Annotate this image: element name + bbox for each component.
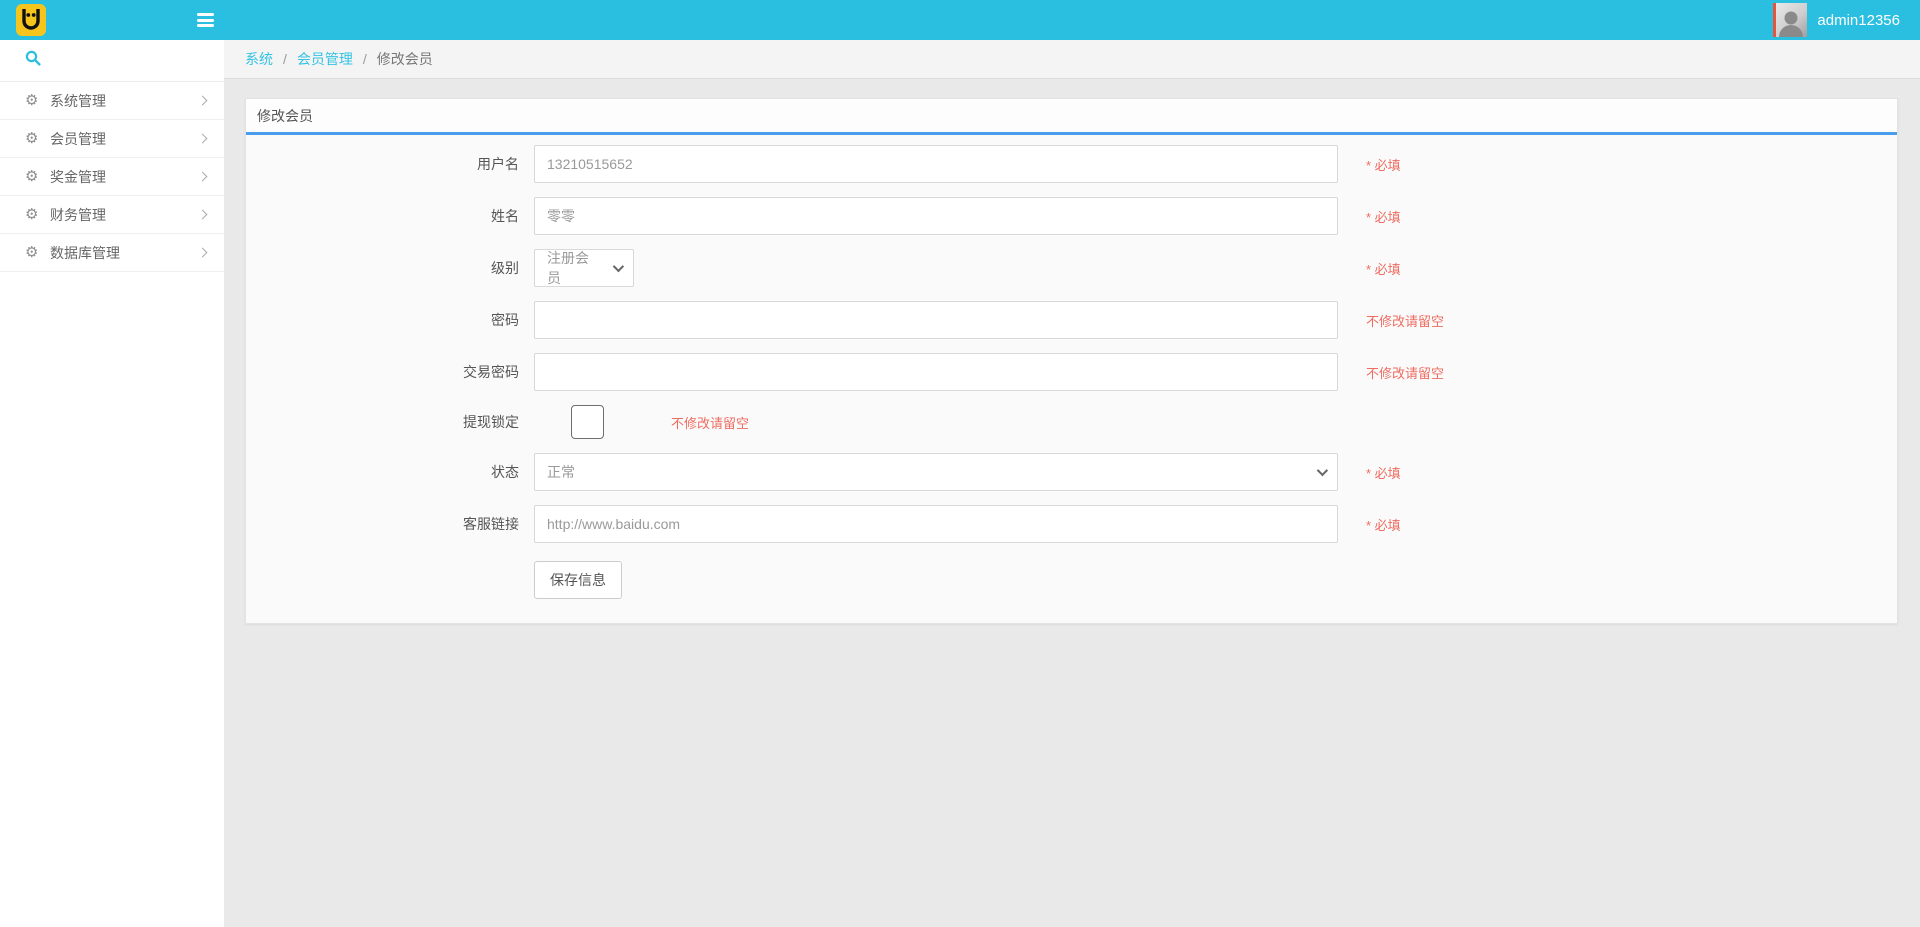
breadcrumb-separator: / [283, 51, 287, 67]
gear-icon: ⚙ [25, 131, 50, 146]
search-icon [25, 50, 41, 71]
withdraw-lock-checkbox[interactable] [571, 405, 604, 439]
form-row: 级别 注册会员 * 必填 [246, 249, 1897, 287]
field-hint: * 必填 [1366, 155, 1401, 174]
field-label: 姓名 [246, 206, 534, 226]
form-row: 客服链接 * 必填 [246, 505, 1897, 543]
sidebar-item-数据库管理[interactable]: ⚙ 数据库管理 [0, 234, 224, 272]
field-control [534, 145, 1338, 183]
field-label: 级别 [246, 258, 534, 278]
gear-icon: ⚙ [25, 169, 50, 184]
sidebar-item-label: 奖金管理 [50, 167, 199, 187]
breadcrumb-current: 修改会员 [377, 49, 433, 69]
chevron-right-icon [198, 134, 208, 144]
avatar [1773, 3, 1807, 37]
field-control [534, 197, 1338, 235]
sidebar-menu: ⚙ 系统管理 ⚙ 会员管理 ⚙ 奖金管理 ⚙ 财务管理 ⚙ 数据库管理 [0, 82, 224, 272]
level-select[interactable]: 注册会员 [534, 249, 634, 287]
chevron-right-icon [198, 96, 208, 106]
field-label: 用户名 [246, 154, 534, 174]
chevron-right-icon [198, 210, 208, 220]
field-label: 交易密码 [246, 362, 534, 382]
chevron-down-icon [613, 261, 624, 272]
sidebar-item-label: 系统管理 [50, 91, 199, 111]
service-link-input[interactable] [534, 505, 1338, 543]
sidebar-item-label: 会员管理 [50, 129, 199, 149]
topbar: admin12356 [0, 0, 1920, 40]
field-hint: * 必填 [1366, 515, 1401, 534]
edit-member-panel: 修改会员 用户名 * 必填 姓名 * 必填 级别 注册会员 * 必填 密码 [245, 98, 1898, 624]
save-button[interactable]: 保存信息 [534, 561, 622, 599]
brand-smiley-logo[interactable] [16, 4, 46, 36]
breadcrumb-separator: / [363, 51, 367, 67]
edit-member-form: 用户名 * 必填 姓名 * 必填 级别 注册会员 * 必填 密码 不修改请留空 … [246, 145, 1897, 543]
chevron-right-icon [198, 248, 208, 258]
field-hint: 不修改请留空 [671, 413, 749, 432]
field-hint: * 必填 [1366, 259, 1401, 278]
gear-icon: ⚙ [25, 245, 50, 260]
panel-header: 修改会员 [246, 99, 1897, 135]
field-label: 客服链接 [246, 514, 534, 534]
form-row: 交易密码 不修改请留空 [246, 353, 1897, 391]
realname-input[interactable] [534, 197, 1338, 235]
select-value: 注册会员 [547, 248, 601, 288]
field-label: 提现锁定 [246, 412, 534, 432]
field-control [534, 505, 1338, 543]
sidebar: ⚙ 系统管理 ⚙ 会员管理 ⚙ 奖金管理 ⚙ 财务管理 ⚙ 数据库管理 [0, 40, 224, 927]
breadcrumb: 系统 / 会员管理 / 修改会员 [224, 40, 1920, 79]
select-value: 正常 [547, 462, 575, 482]
breadcrumb-link-members[interactable]: 会员管理 [297, 49, 353, 69]
username-input[interactable] [534, 145, 1338, 183]
status-select[interactable]: 正常 [534, 453, 1338, 491]
form-row: 姓名 * 必填 [246, 197, 1897, 235]
form-row: 密码 不修改请留空 [246, 301, 1897, 339]
form-row: 提现锁定 不修改请留空 [246, 405, 1897, 439]
panel-body: 用户名 * 必填 姓名 * 必填 级别 注册会员 * 必填 密码 不修改请留空 … [246, 135, 1897, 623]
field-label: 密码 [246, 310, 534, 330]
panel-title: 修改会员 [257, 106, 313, 126]
chevron-down-icon [1317, 465, 1328, 476]
field-hint: 不修改请留空 [1366, 363, 1444, 382]
gear-icon: ⚙ [25, 93, 50, 108]
sidebar-item-label: 数据库管理 [50, 243, 199, 263]
password-input[interactable] [534, 301, 1338, 339]
sidebar-item-奖金管理[interactable]: ⚙ 奖金管理 [0, 158, 224, 196]
sidebar-item-label: 财务管理 [50, 205, 199, 225]
gear-icon: ⚙ [25, 207, 50, 222]
field-hint: * 必填 [1366, 207, 1401, 226]
field-label: 状态 [246, 462, 534, 482]
breadcrumb-link-system[interactable]: 系统 [245, 49, 273, 69]
sidebar-item-系统管理[interactable]: ⚙ 系统管理 [0, 82, 224, 120]
trade-password-input[interactable] [534, 353, 1338, 391]
field-control: 不修改请留空 [534, 405, 749, 439]
chevron-right-icon [198, 172, 208, 182]
main-area: 系统 / 会员管理 / 修改会员 修改会员 用户名 * 必填 姓名 * 必填 级… [224, 40, 1920, 927]
sidebar-item-会员管理[interactable]: ⚙ 会员管理 [0, 120, 224, 158]
form-row: 用户名 * 必填 [246, 145, 1897, 183]
field-control [534, 353, 1338, 391]
sidebar-search[interactable] [0, 40, 224, 82]
username-label: admin12356 [1817, 12, 1900, 29]
field-hint: 不修改请留空 [1366, 311, 1444, 330]
sidebar-item-财务管理[interactable]: ⚙ 财务管理 [0, 196, 224, 234]
field-control: 注册会员 [534, 249, 1338, 287]
hamburger-icon[interactable] [197, 13, 214, 27]
field-control: 正常 [534, 453, 1338, 491]
user-menu[interactable]: admin12356 [1773, 0, 1900, 40]
field-control [534, 301, 1338, 339]
field-hint: * 必填 [1366, 463, 1401, 482]
form-row: 状态 正常 * 必填 [246, 453, 1897, 491]
